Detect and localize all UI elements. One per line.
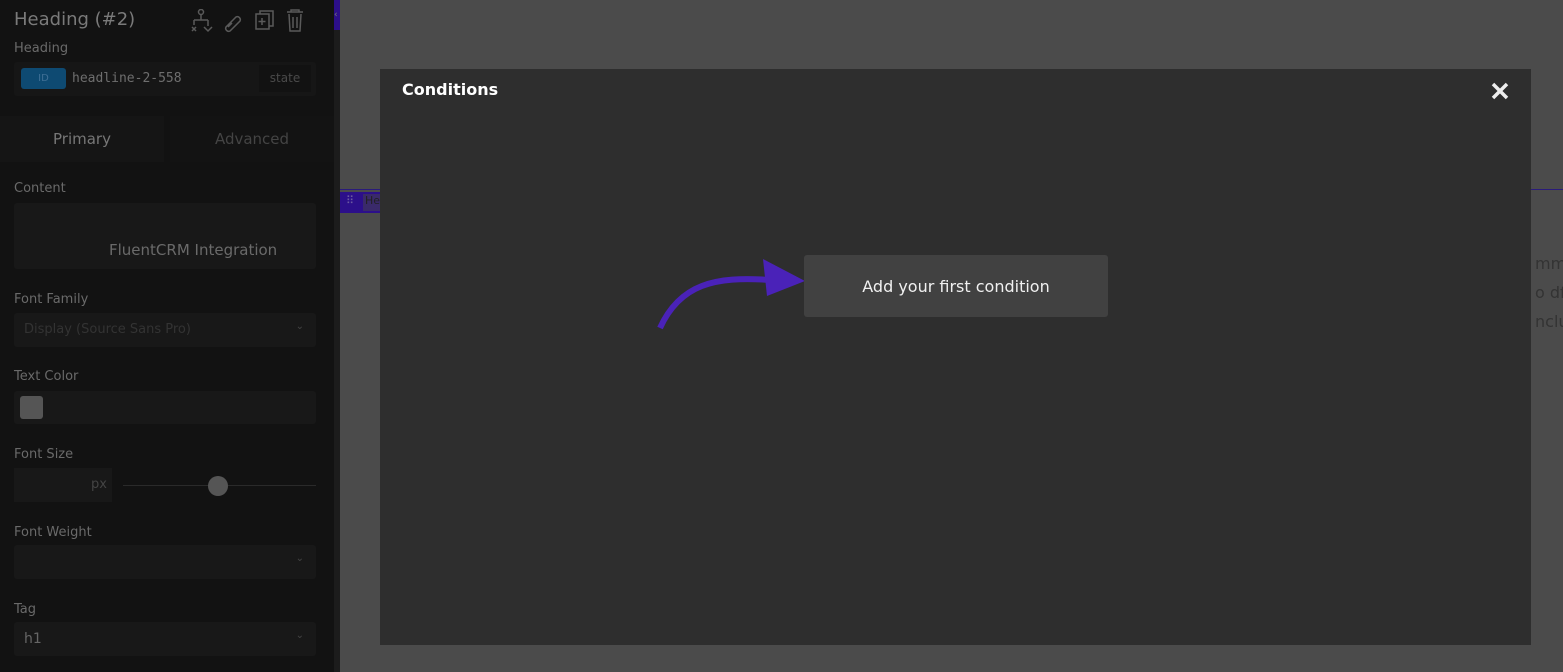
font-family-value: Display (Source Sans Pro) [24,322,191,337]
element-title: Heading (#2) [14,9,136,30]
id-badge: ID [21,68,66,89]
tag-value: h1 [24,631,42,647]
unit-label: px [91,477,107,492]
font-weight-select[interactable]: ⌄ [14,545,316,579]
drag-icon[interactable]: ⠿ [346,194,354,207]
slider-thumb[interactable] [208,476,228,496]
canvas-text: o df [1535,283,1563,302]
modal-title: Conditions [402,80,499,99]
panel-resize-strip[interactable]: ‹ [334,0,340,672]
id-field[interactable]: ID headline-2-558 state [14,62,316,96]
font-family-select[interactable]: Display (Source Sans Pro) ⌄ [14,313,316,347]
duplicate-icon[interactable] [255,10,274,30]
structure-icon[interactable] [191,9,213,33]
handle-label: He [363,194,380,211]
element-type: Heading [14,41,69,56]
content-label: Content [14,181,66,196]
toolbar-icons [191,9,303,33]
tab-primary[interactable]: Primary [0,116,164,162]
state-button[interactable]: state [259,65,311,92]
add-condition-button[interactable]: Add your first condition [804,255,1108,317]
link-icon[interactable] [224,15,242,33]
collapse-icon[interactable]: ‹ [334,0,340,30]
arrow-icon [657,259,805,330]
font-size-input[interactable]: px [14,468,112,502]
content-field[interactable]: FluentCRM Integration [14,203,316,269]
trash-icon[interactable] [287,9,303,32]
tab-advanced[interactable]: Advanced [170,116,334,162]
text-color-field[interactable] [14,391,316,424]
properties-panel: Heading (#2) Heading ID headline-2-558 s… [0,0,334,672]
canvas-text: nclu [1535,312,1563,331]
tag-select[interactable]: h1 ⌄ [14,622,316,656]
close-icon[interactable] [1491,82,1509,100]
tag-label: Tag [14,602,37,617]
conditions-modal: Conditions Add your first condition [380,69,1531,645]
font-family-label: Font Family [14,292,89,307]
chevron-down-icon: ⌄ [295,553,304,564]
element-handle[interactable]: ⠿ He [340,192,380,213]
id-value: headline-2-558 [72,71,182,86]
content-value: FluentCRM Integration [109,241,278,259]
font-weight-label: Font Weight [14,525,92,540]
chevron-down-icon: ⌄ [295,630,304,641]
text-color-label: Text Color [14,369,79,384]
color-swatch[interactable] [20,396,43,419]
chevron-down-icon: ⌄ [295,321,304,332]
canvas-text: mm [1535,254,1563,273]
font-size-label: Font Size [14,447,74,462]
